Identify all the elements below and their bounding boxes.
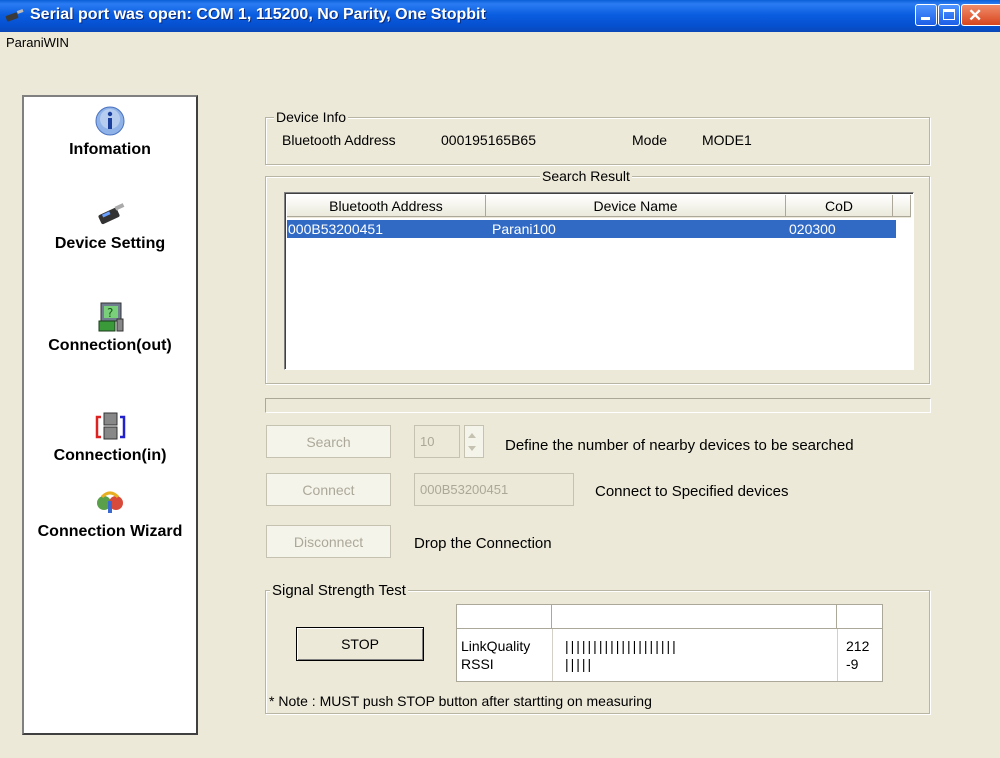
signal-header-cell: [457, 605, 552, 629]
rssi-label: RSSI: [461, 656, 494, 672]
cell-bt-address: 000B53200451: [288, 221, 383, 237]
sidebar-item-label: Connection Wizard: [37, 523, 183, 540]
window-title: Serial port was open: COM 1, 115200, No …: [30, 6, 486, 23]
linkquality-bars: ||||||||||||||||||||: [565, 638, 678, 654]
list-header: Bluetooth Address Device Name CoD: [287, 195, 911, 218]
bt-address-label: Bluetooth Address: [282, 132, 396, 148]
column-header-filler: [893, 195, 911, 217]
linkquality-label: LinkQuality: [461, 638, 531, 654]
minimize-icon: [921, 17, 930, 20]
cell-device-name: Parani100: [492, 221, 556, 237]
search-button[interactable]: Search: [266, 425, 391, 458]
device-info-group: Device Info Bluetooth Address 000195165B…: [265, 109, 930, 165]
maximize-button[interactable]: [938, 4, 960, 26]
close-icon: ✕: [968, 6, 983, 25]
sidebar-item-label: Infomation: [69, 141, 151, 158]
menu-item-paraniwin[interactable]: ParaniWIN: [6, 35, 69, 50]
stop-button[interactable]: STOP: [296, 627, 424, 661]
connect-address-field[interactable]: 000B53200451: [414, 473, 574, 506]
sidebar-item-device-setting[interactable]: Device Setting: [24, 199, 196, 253]
bt-address-value: 000195165B65: [441, 132, 536, 148]
minimize-button[interactable]: [915, 4, 937, 26]
signal-header-cell: [552, 605, 837, 629]
connection-in-icon: [95, 412, 126, 440]
signal-table: LinkQuality |||||||||||||||||||| 212 RSS…: [456, 604, 883, 682]
search-result-legend: Search Result: [540, 168, 632, 184]
signal-divider: [552, 629, 553, 681]
title-bar[interactable]: Serial port was open: COM 1, 115200, No …: [0, 0, 1000, 32]
search-progress-bar: [265, 398, 931, 413]
column-header-cod[interactable]: CoD: [786, 195, 893, 217]
connect-button[interactable]: Connect: [266, 473, 391, 506]
sidebar-item-label: Connection(out): [48, 337, 172, 354]
column-header-device-name[interactable]: Device Name: [486, 195, 786, 217]
app-plug-icon: [5, 9, 24, 22]
spin-up-icon[interactable]: [468, 433, 476, 438]
sidebar-item-label: Device Setting: [54, 235, 166, 252]
search-count-field[interactable]: 10: [414, 425, 460, 458]
signal-note: * Note : MUST push STOP button after sta…: [269, 693, 652, 709]
table-row[interactable]: 000B53200451 Parani100 020300: [287, 220, 896, 238]
linkquality-value: 212: [846, 638, 870, 654]
svg-text:?: ?: [107, 306, 113, 320]
spin-down-icon[interactable]: [468, 446, 476, 451]
connection-out-icon: ?: [98, 302, 124, 332]
search-description: Define the number of nearby devices to b…: [505, 437, 854, 454]
sidebar-item-label: Connection(in): [53, 447, 167, 464]
mode-value: MODE1: [702, 132, 752, 148]
info-icon: [95, 106, 125, 136]
search-result-list[interactable]: Bluetooth Address Device Name CoD 000B53…: [284, 192, 914, 370]
close-button[interactable]: ✕: [961, 4, 1000, 26]
search-count-spinner[interactable]: [464, 425, 484, 458]
device-icon: [98, 203, 125, 225]
device-info-legend: Device Info: [274, 109, 349, 125]
signal-divider: [837, 629, 838, 681]
cell-cod: 020300: [789, 221, 836, 237]
sidebar-item-connection-in[interactable]: Connection(in): [24, 411, 196, 465]
sidebar-item-information[interactable]: Infomation: [24, 105, 196, 159]
rssi-bars: |||||: [565, 656, 594, 672]
sidebar: Infomation Device Setting ? Connection(o…: [22, 95, 198, 735]
connect-description: Connect to Specified devices: [595, 483, 789, 500]
mode-label: Mode: [632, 132, 668, 148]
menu-bar: ParaniWIN: [0, 32, 1000, 54]
sidebar-item-connection-out[interactable]: ? Connection(out): [24, 301, 196, 355]
maximize-icon: [943, 9, 955, 20]
wizard-icon: [97, 491, 123, 513]
disconnect-button[interactable]: Disconnect: [266, 525, 391, 558]
rssi-value: -9: [846, 656, 859, 672]
sidebar-item-connection-wizard[interactable]: Connection Wizard: [24, 487, 196, 541]
signal-strength-legend: Signal Strength Test: [270, 582, 408, 599]
column-header-bt-address[interactable]: Bluetooth Address: [287, 195, 486, 217]
signal-header-cell: [837, 605, 882, 629]
disconnect-description: Drop the Connection: [414, 535, 552, 552]
